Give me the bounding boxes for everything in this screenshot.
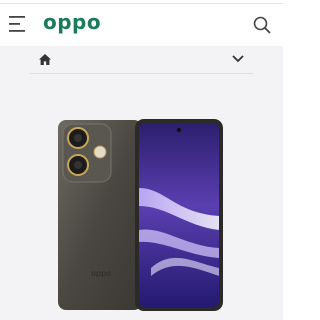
front-camera <box>176 127 182 133</box>
breadcrumb-divider <box>30 73 253 74</box>
phone-front <box>135 119 223 311</box>
search-icon[interactable] <box>253 16 271 34</box>
home-icon[interactable] <box>39 54 51 65</box>
phone-product-image: oppo <box>58 119 223 311</box>
phone-back: oppo <box>58 120 142 310</box>
back-oppo-logo: oppo <box>91 269 111 278</box>
brand-logo[interactable]: oppo <box>43 10 101 34</box>
breadcrumb <box>30 46 253 74</box>
top-navigation-bar: oppo <box>0 0 283 46</box>
hamburger-menu-icon[interactable] <box>9 15 29 33</box>
top-divider <box>0 3 283 4</box>
main-content: oppo <box>0 46 283 320</box>
chevron-down-icon[interactable] <box>232 55 244 63</box>
